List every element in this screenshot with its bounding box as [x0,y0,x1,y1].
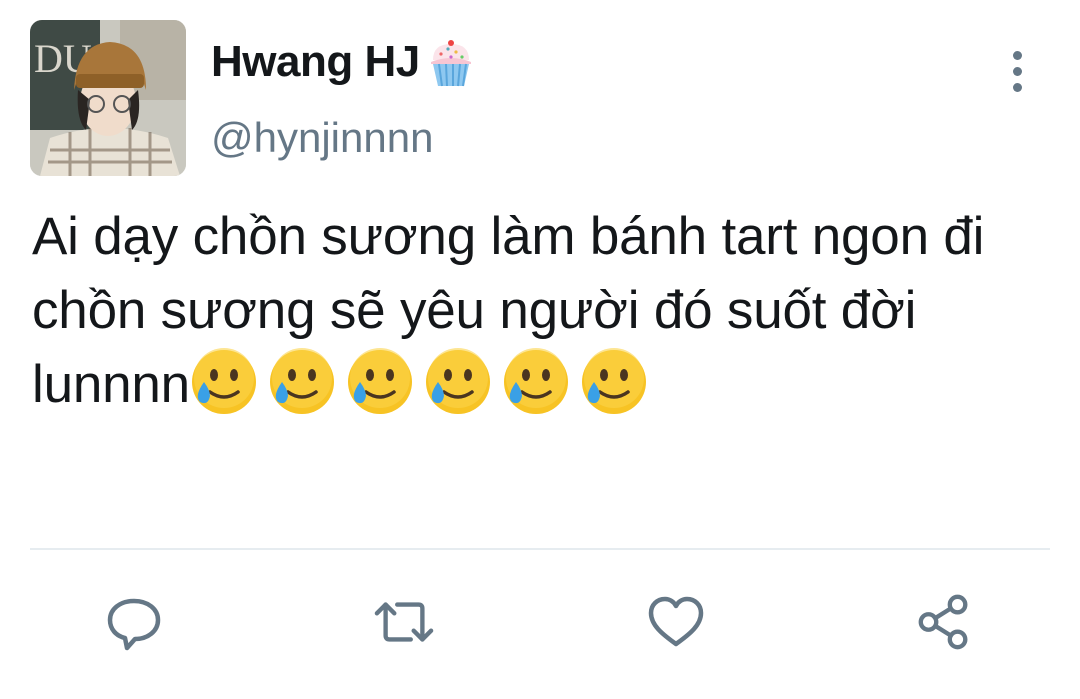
comment-icon [107,598,161,651]
more-options-icon-dot [1012,82,1022,92]
retweet-button[interactable] [374,592,434,652]
user-handle[interactable]: @hynjinnnn [211,114,433,162]
emoji-row [190,348,658,414]
display-name[interactable]: Hwang HJ [211,36,476,88]
smiling-face-with-tear-emoji-icon [269,348,334,414]
smiling-face-with-tear-emoji-icon [191,348,256,414]
share-button[interactable] [914,592,974,652]
tweet-card: DU Hwang HJ @hynjinnnn Ai dạy chồn sương… [0,0,1080,699]
display-name-text: Hwang HJ [211,37,420,86]
smiling-face-with-tear-emoji-icon [581,348,646,414]
reply-button[interactable] [104,592,164,652]
cupcake-icon [430,40,471,87]
heart-icon [648,596,704,647]
retweet-icon [374,602,434,642]
smiling-face-with-tear-emoji-icon [503,348,568,414]
avatar[interactable]: DU [30,20,186,176]
avatar-photo: DU [30,20,186,176]
more-options-icon-dot [1012,66,1022,76]
more-options-icon [1012,50,1022,60]
like-button[interactable] [646,592,706,652]
smiling-face-with-tear-emoji-icon [425,348,490,414]
tweet-text: Ai dạy chồn sương làm bánh tart ngon đi … [32,200,1052,422]
share-icon [918,594,968,650]
divider [30,548,1050,550]
smiling-face-with-tear-emoji-icon [347,348,412,414]
more-options-button[interactable] [994,46,1040,96]
